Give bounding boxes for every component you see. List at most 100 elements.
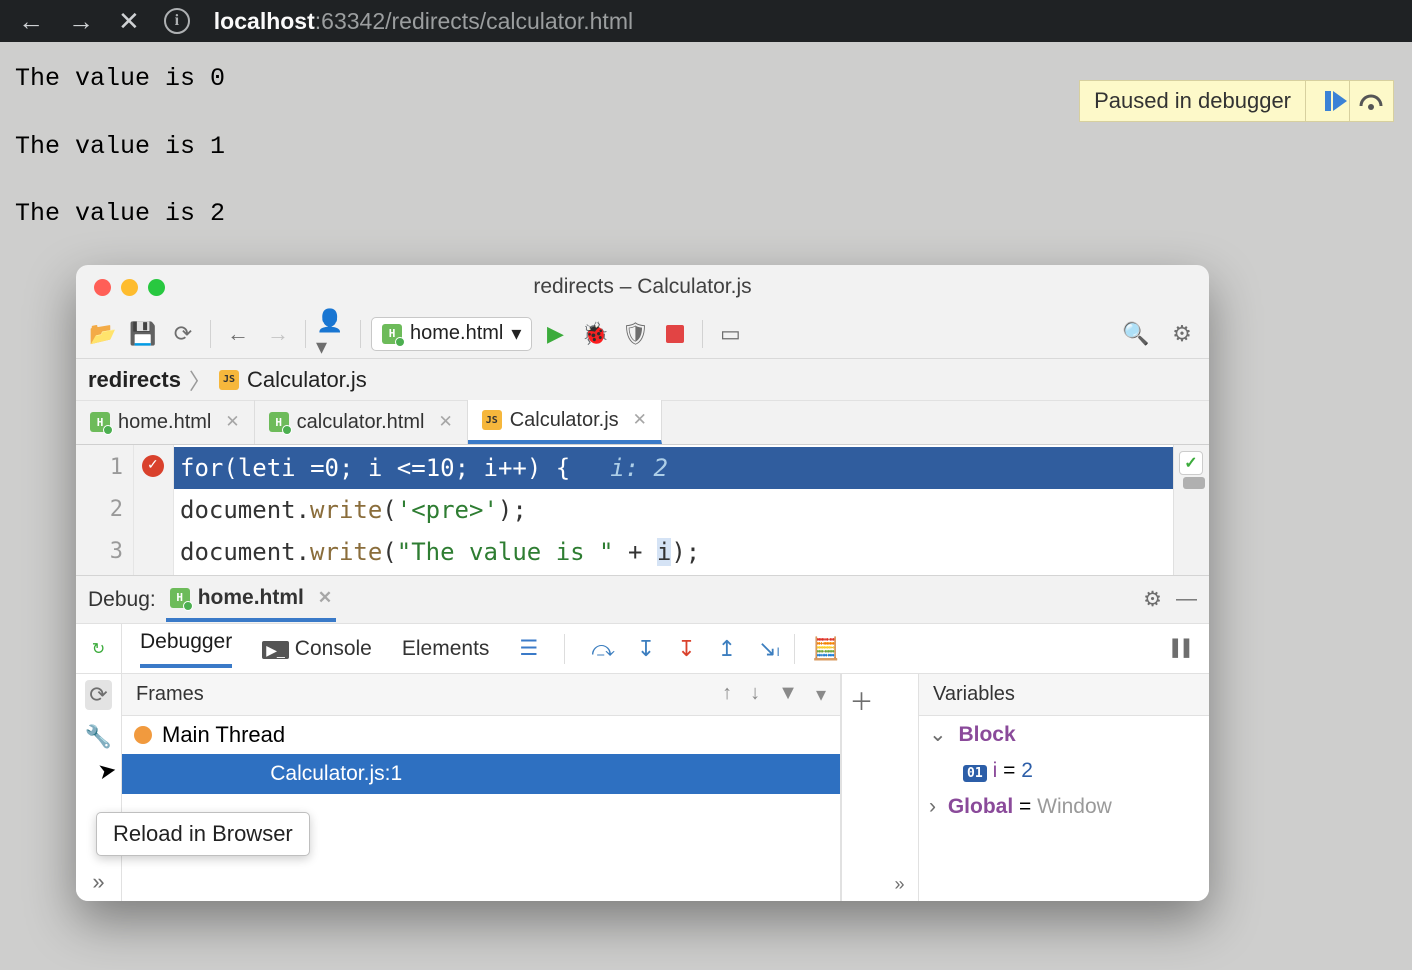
editor-scrollbar[interactable]: ✓ — [1173, 445, 1209, 575]
ide-title: redirects – Calculator.js — [76, 275, 1209, 299]
run-to-cursor-icon[interactable]: ↘I — [758, 636, 780, 662]
html-file-icon: H — [90, 412, 110, 432]
close-icon[interactable]: ✕ — [438, 412, 452, 432]
debug-button[interactable]: 🐞 — [578, 317, 612, 351]
breadcrumb-root[interactable]: redirects — [88, 367, 181, 393]
save-icon[interactable]: 💾 — [126, 317, 160, 351]
inline-variable-hint: i: 2 — [610, 447, 668, 489]
frame-down-icon[interactable]: ↓ — [750, 682, 760, 707]
variable-i[interactable]: 01i = 2 — [919, 753, 1209, 789]
elements-tab[interactable]: Elements — [402, 637, 490, 661]
close-icon[interactable]: ✕ — [318, 588, 332, 608]
variables-header: Variables — [933, 683, 1015, 706]
js-file-icon: JS — [482, 410, 502, 430]
tab-home-html[interactable]: H home.html ✕ — [76, 400, 255, 444]
add-watch-button[interactable]: ＋ — [841, 674, 881, 901]
stop-button[interactable] — [658, 317, 692, 351]
debug-settings-icon[interactable]: ⚙ — [1143, 587, 1162, 612]
code-line-1-active: for (let i = 0; i <= 10; i++) { i: 2 — [174, 447, 1209, 489]
inspection-ok-icon[interactable]: ✓ — [1179, 451, 1203, 475]
tab-label: calculator.html — [297, 411, 425, 434]
stack-frame-selected[interactable]: anonymous(), Calculator.js:1 — [122, 754, 840, 794]
forward-icon[interactable]: → — [68, 6, 94, 37]
step-over-icon[interactable]: ⤼ — [591, 636, 615, 662]
step-into-icon[interactable]: ↧ — [637, 636, 655, 662]
expand-icon[interactable]: » — [92, 869, 104, 895]
breakpoint-icon[interactable] — [142, 455, 164, 477]
layout-icon[interactable]: ▭ — [713, 317, 747, 351]
breakpoint-gutter[interactable] — [134, 445, 174, 575]
chevron-right-icon: › — [929, 795, 936, 818]
tooltip-reload-in-browser: Reload in Browser — [96, 812, 310, 856]
step-out-icon[interactable]: ↥ — [718, 636, 736, 662]
filter-icon[interactable]: ▼ — [778, 682, 798, 707]
debugger-side-tools: ⟳ 🔧 » — [76, 674, 122, 901]
tab-label: Calculator.js — [510, 409, 619, 432]
sync-icon[interactable]: ⟳ — [166, 317, 200, 351]
thread-label: Main Thread — [162, 722, 285, 748]
debug-session-label: home.html — [198, 586, 304, 610]
search-icon[interactable]: 🔍 — [1119, 317, 1153, 351]
frames-header: Frames — [136, 683, 204, 706]
coverage-button[interactable]: 🛡 — [618, 317, 652, 351]
settings-wrench-icon[interactable]: 🔧 — [85, 724, 112, 750]
html-file-icon: H — [382, 324, 402, 344]
code-area[interactable]: for (let i = 0; i <= 10; i++) { i: 2 doc… — [174, 445, 1209, 575]
resume-icon — [1325, 91, 1331, 111]
console-tab[interactable]: ▶_Console — [262, 637, 372, 661]
line-number-gutter: 123 — [76, 445, 134, 575]
nav-forward-icon[interactable]: → — [261, 317, 295, 351]
tab-label: home.html — [118, 411, 211, 434]
debug-session-tab[interactable]: H home.html ✕ — [166, 578, 336, 622]
editor-tabs: H home.html ✕ H calculator.html ✕ JS Cal… — [76, 401, 1209, 445]
threads-icon[interactable]: ☰ — [519, 636, 538, 661]
open-icon[interactable]: 📂 — [86, 317, 120, 351]
frame-up-icon[interactable]: ↑ — [722, 682, 732, 707]
thread-status-icon — [134, 726, 152, 744]
debugger-tab[interactable]: Debugger — [140, 630, 232, 668]
variable-scope-block[interactable]: ⌄ Block — [919, 716, 1209, 753]
site-info-icon[interactable]: i — [164, 8, 190, 34]
ide-toolbar: 📂 💾 ⟳ ← → 👤▾ H home.html ▾ ▶ 🐞 🛡 ▭ 🔍 ⚙ — [76, 309, 1209, 359]
breadcrumb: redirects 〉 JS Calculator.js — [76, 359, 1209, 401]
variable-scope-global[interactable]: › Global = Window — [919, 789, 1209, 825]
settings-icon[interactable]: ⚙ — [1165, 317, 1199, 351]
code-editor[interactable]: 123 for (let i = 0; i <= 10; i++) { i: 2… — [76, 445, 1209, 575]
reload-in-browser-icon[interactable]: ⟳ — [85, 680, 111, 710]
force-step-into-icon[interactable]: ↧ — [677, 636, 695, 662]
ide-titlebar[interactable]: redirects – Calculator.js — [76, 265, 1209, 309]
layout-settings-icon[interactable]: ▌▌ — [1172, 640, 1195, 658]
run-configuration-selector[interactable]: H home.html ▾ — [371, 317, 532, 351]
user-icon[interactable]: 👤▾ — [316, 317, 350, 351]
url-host: localhost — [214, 8, 315, 35]
chevron-down-icon: ▾ — [511, 321, 521, 346]
tab-calculator-js[interactable]: JS Calculator.js ✕ — [468, 400, 662, 444]
chevron-down-icon: ⌄ — [929, 723, 947, 746]
collapse-toggle[interactable]: » — [881, 674, 919, 901]
thread-row[interactable]: Main Thread — [122, 716, 840, 754]
back-icon[interactable]: ← — [18, 6, 44, 37]
tab-calculator-html[interactable]: H calculator.html ✕ — [255, 400, 468, 444]
run-button[interactable]: ▶ — [538, 317, 572, 351]
code-line-3: document.write("The value is " + i); — [174, 531, 1209, 573]
step-over-button[interactable] — [1349, 81, 1393, 121]
address-bar[interactable]: localhost :63342/redirects/calculator.ht… — [214, 8, 633, 35]
minimize-icon[interactable]: — — [1176, 587, 1197, 612]
breadcrumb-separator-icon: 〉 — [189, 364, 211, 396]
js-file-icon: JS — [219, 370, 239, 390]
evaluate-expression-icon[interactable]: 🧮 — [809, 632, 843, 666]
nav-back-icon[interactable]: ← — [221, 317, 255, 351]
stop-reload-icon[interactable]: ✕ — [118, 6, 140, 37]
scrollbar-thumb[interactable] — [1183, 477, 1205, 489]
close-icon[interactable]: ✕ — [225, 412, 239, 432]
paused-label: Paused in debugger — [1080, 88, 1305, 114]
more-icon[interactable]: ▾ — [816, 682, 826, 707]
rerun-icon[interactable]: ↻ — [92, 639, 105, 659]
code-line-2: document.write('<pre>'); — [174, 489, 1209, 531]
close-icon[interactable]: ✕ — [633, 410, 647, 430]
resume-button[interactable] — [1305, 81, 1349, 121]
debugger-toolbar: ↻ Debugger ▶_Console Elements ☰ ⤼ ↧ ↧ ↥ … — [76, 623, 1209, 673]
breadcrumb-file[interactable]: Calculator.js — [247, 367, 367, 393]
url-path: :63342/redirects/calculator.html — [315, 8, 633, 35]
html-file-icon: H — [170, 588, 190, 608]
